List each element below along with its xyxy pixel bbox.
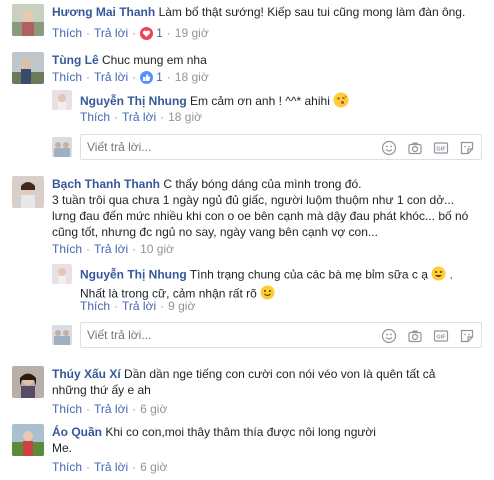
- comment-text-line: cũng tốt, nhưng đc ngủ no say, ngày vang…: [52, 225, 378, 239]
- kiss-emoji-icon: [333, 92, 349, 112]
- timestamp[interactable]: 18 giờ: [175, 70, 209, 84]
- comment-text-line: Me.: [52, 441, 73, 455]
- avatar[interactable]: [12, 52, 44, 84]
- reply-input[interactable]: [87, 328, 307, 342]
- smile-emoji-icon: [260, 285, 275, 304]
- svg-text:GIF: GIF: [436, 335, 446, 341]
- reply-button[interactable]: Trả lời: [94, 242, 128, 256]
- gif-icon[interactable]: GIF: [433, 140, 449, 156]
- comment-text: Khi co con,moi thây thâm thía được nôi l…: [105, 425, 376, 439]
- reply-comment: Nguyễn Thị Nhung Em cảm ơn anh ! ^^* ahi…: [52, 90, 482, 126]
- comment-author[interactable]: Bạch Thanh Thanh: [52, 177, 160, 191]
- camera-icon[interactable]: [407, 140, 423, 156]
- comment-text: Chuc mung em nha: [102, 53, 207, 67]
- timestamp[interactable]: 6 giờ: [140, 460, 167, 474]
- comment: Tùng Lê Chuc mung em nha Thích · Trả lời ·…: [12, 52, 482, 88]
- reply-button[interactable]: Trả lời: [94, 70, 128, 84]
- comment: Thúy Xấu Xí Dần dần nge tiếng con cười c…: [12, 366, 482, 418]
- reply-button[interactable]: Trả lời: [122, 110, 156, 124]
- comment-author[interactable]: Nguyễn Thị Nhung: [80, 94, 187, 108]
- avatar[interactable]: [12, 424, 44, 456]
- comment-text-line: 3 tuần trôi qua chưa 1 ngày ngủ đủ giấc,…: [52, 193, 455, 207]
- avatar[interactable]: [12, 4, 44, 36]
- avatar[interactable]: [12, 366, 44, 398]
- grin-emoji-icon: [431, 266, 446, 285]
- reply-button[interactable]: Trả lời: [94, 402, 128, 416]
- reply-composer: GIF: [52, 134, 482, 160]
- reply-button[interactable]: Trả lời: [122, 299, 156, 313]
- avatar[interactable]: [12, 176, 44, 208]
- avatar[interactable]: [52, 264, 72, 284]
- like-button[interactable]: Thích: [52, 70, 82, 84]
- comment-text-line: C thấy bóng dáng của mình trong đó.: [163, 177, 362, 191]
- comment-text-line: lưng đau đến mức nhiều khi con o oe bên …: [52, 209, 469, 223]
- svg-text:GIF: GIF: [436, 147, 446, 153]
- avatar: [52, 325, 72, 345]
- emoji-icon[interactable]: [381, 328, 397, 344]
- comment-text: Em cảm ơn anh ! ^^* ahihi: [190, 94, 330, 109]
- reply-comment: Nguyễn Thị Nhung Tình trạng chung của cá…: [52, 264, 482, 316]
- comment-author[interactable]: Nguyễn Thị Nhung: [80, 268, 187, 282]
- like-button[interactable]: Thích: [52, 26, 82, 40]
- comment-author[interactable]: Áo Quần: [52, 425, 102, 439]
- reply-button[interactable]: Trả lời: [94, 26, 128, 40]
- reply-input[interactable]: [87, 140, 307, 154]
- like-button[interactable]: Thích: [52, 460, 82, 474]
- comment-author[interactable]: Tùng Lê: [52, 53, 99, 67]
- comment: Bạch Thanh Thanh C thấy bóng dáng của mì…: [12, 176, 482, 260]
- reply-composer: GIF: [52, 322, 482, 348]
- reaction-count[interactable]: 1: [156, 70, 163, 84]
- sticker-icon[interactable]: [459, 328, 475, 344]
- avatar: [52, 137, 72, 157]
- timestamp[interactable]: 10 giờ: [140, 242, 174, 256]
- comment: Áo Quần Khi co con,moi thây thâm thía đư…: [12, 424, 482, 476]
- comment-author[interactable]: Hương Mai Thanh: [52, 5, 155, 19]
- timestamp[interactable]: 19 giờ: [175, 26, 209, 40]
- comment: Hương Mai Thanh Làm bố thật sướng! Kiếp …: [12, 4, 482, 48]
- like-button[interactable]: Thích: [52, 402, 82, 416]
- like-button[interactable]: Thích: [80, 299, 110, 313]
- avatar[interactable]: [52, 90, 72, 110]
- comment-text: Tình trạng chung của các bà mẹ bỉm sữa c…: [189, 267, 428, 282]
- timestamp[interactable]: 9 giờ: [168, 299, 195, 313]
- like-button[interactable]: Thích: [80, 110, 110, 124]
- timestamp[interactable]: 18 giờ: [168, 110, 202, 124]
- comment-text: Làm bố thật sướng! Kiếp sau tui cũng mon…: [158, 5, 466, 19]
- timestamp[interactable]: 6 giờ: [140, 402, 167, 416]
- like-reaction-icon[interactable]: [140, 70, 154, 84]
- heart-reaction-icon[interactable]: [140, 26, 154, 40]
- comment-author[interactable]: Thúy Xấu Xí: [52, 367, 121, 381]
- comment-text: Dần dần nge tiếng con cười con nói véo v…: [124, 367, 436, 381]
- like-button[interactable]: Thích: [52, 242, 82, 256]
- camera-icon[interactable]: [407, 328, 423, 344]
- comment-text-line: những thứ ấy e ah: [52, 383, 151, 397]
- sticker-icon[interactable]: [459, 140, 475, 156]
- gif-icon[interactable]: GIF: [433, 328, 449, 344]
- reply-button[interactable]: Trả lời: [94, 460, 128, 474]
- reaction-count[interactable]: 1: [156, 26, 163, 40]
- emoji-icon[interactable]: [381, 140, 397, 156]
